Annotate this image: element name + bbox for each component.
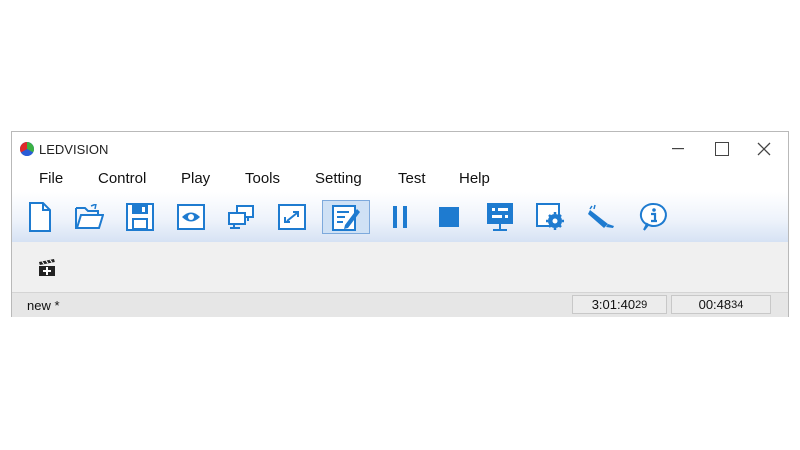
menu-play[interactable]: Play <box>181 170 210 187</box>
broadcast-icon <box>588 204 614 228</box>
elapsed-time-frames: 34 <box>731 298 744 311</box>
total-time-frames: 29 <box>635 298 648 311</box>
add-program-button[interactable] <box>37 259 57 277</box>
edit-icon <box>332 205 360 231</box>
menu-setting[interactable]: Setting <box>315 170 362 187</box>
close-button[interactable] <box>742 136 786 162</box>
screen-settings-button[interactable] <box>484 201 516 233</box>
settings-gear-icon <box>536 203 564 230</box>
app-window: LEDVISION File Control Play Tools Settin… <box>11 131 789 317</box>
status-total-time: 3:01:40 29 <box>572 295 667 314</box>
close-icon <box>757 142 771 156</box>
sub-toolbar <box>12 242 788 292</box>
ledvision-logo-icon <box>20 142 34 156</box>
info-icon <box>639 202 667 231</box>
menu-control[interactable]: Control <box>98 170 146 187</box>
menu-test[interactable]: Test <box>398 170 426 187</box>
maximize-button[interactable] <box>700 136 744 162</box>
settings-button[interactable] <box>535 201 567 233</box>
broadcast-button[interactable] <box>586 201 618 233</box>
add-program-clapperboard-icon <box>39 259 55 276</box>
open-button[interactable] <box>73 201 105 233</box>
minimize-button[interactable] <box>656 136 700 162</box>
status-file-name: new * <box>27 298 60 313</box>
menu-help[interactable]: Help <box>459 170 490 187</box>
total-time-value: 3:01:40 <box>591 297 636 312</box>
save-icon <box>126 203 154 231</box>
status-bar: new * 3:01:40 29 00:48 34 <box>12 292 788 317</box>
elapsed-time-value: 00:48 <box>698 297 732 312</box>
fullscreen-button[interactable] <box>276 201 308 233</box>
fullscreen-icon <box>278 204 306 230</box>
maximize-icon <box>715 142 729 156</box>
preview-eye-icon <box>177 204 205 230</box>
network-button[interactable] <box>225 201 257 233</box>
menu-bar: File Control Play Tools Setting Test Hel… <box>12 166 788 192</box>
status-elapsed-time: 00:48 34 <box>671 295 771 314</box>
open-folder-icon <box>75 204 104 229</box>
title-bar: LEDVISION <box>12 132 788 166</box>
window-title: LEDVISION <box>39 142 109 157</box>
menu-tools[interactable]: Tools <box>245 170 280 187</box>
new-button[interactable] <box>24 201 56 233</box>
preview-button[interactable] <box>175 201 207 233</box>
about-button[interactable] <box>638 201 670 233</box>
pause-button[interactable] <box>384 201 416 233</box>
stop-button[interactable] <box>433 201 465 233</box>
menu-file[interactable]: File <box>39 170 63 187</box>
new-file-icon <box>29 202 51 232</box>
stop-icon <box>439 207 459 227</box>
network-screens-icon <box>228 205 254 229</box>
save-button[interactable] <box>124 201 156 233</box>
minimize-icon <box>672 148 684 150</box>
toolbar <box>12 192 788 242</box>
pause-icon <box>393 206 407 228</box>
screen-settings-icon <box>487 203 513 231</box>
edit-button[interactable] <box>322 200 370 234</box>
